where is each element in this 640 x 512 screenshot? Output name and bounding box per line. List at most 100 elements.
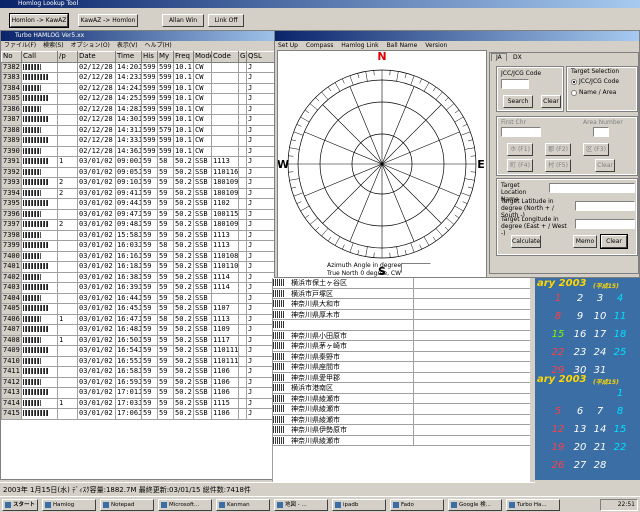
latitude-input[interactable]: [575, 201, 635, 211]
kana-f1-button[interactable]: ホ (F1): [507, 143, 533, 156]
kana-f4-button[interactable]: 町 (F4): [507, 159, 533, 172]
column-header[interactable]: My: [157, 51, 174, 63]
menu-setup[interactable]: Set Up: [278, 42, 298, 49]
taskbar-button[interactable]: Turbo Ha...: [506, 499, 560, 511]
start-button[interactable]: スタート: [2, 499, 38, 511]
column-header[interactable]: No: [1, 51, 22, 63]
taskbar-button[interactable]: Kanman: [216, 499, 270, 511]
menu-view[interactable]: 表示(V): [117, 42, 138, 49]
clear-button[interactable]: Clear: [541, 95, 561, 108]
table-row[interactable]: 7406 1 03/01/02 16:47J 59 58 50.2 SSB 1113 J: [1, 313, 289, 325]
place-name-row[interactable]: 神奈川県愛甲郡: [273, 372, 530, 383]
taskbar-button[interactable]: Fado: [390, 499, 444, 511]
place-name-row[interactable]: 神奈川県綾瀬市: [273, 435, 530, 446]
column-header[interactable]: Code: [211, 51, 239, 63]
allan-win-button[interactable]: Allan Win: [162, 14, 204, 27]
column-header[interactable]: Freq: [173, 51, 194, 63]
memo-button[interactable]: Memo: [573, 235, 597, 248]
tab-dx[interactable]: DX: [509, 54, 526, 61]
taskbar-button[interactable]: 地図 - ...: [274, 499, 328, 511]
taskbar-button[interactable]: ipadb: [332, 499, 386, 511]
table-row[interactable]: 7404 03/01/02 16:44J 59 59 50.2 SSB J: [1, 292, 289, 304]
table-row[interactable]: 7409 03/01/02 16:54J 59 59 50.2 SSB 110111 J: [1, 345, 289, 357]
place-name-row[interactable]: 神奈川県茅ヶ崎市: [273, 341, 530, 352]
kana-clear-button[interactable]: Clear: [595, 159, 615, 172]
column-header[interactable]: G: [238, 51, 247, 63]
table-row[interactable]: 7405 03/01/02 16:45J 59 59 50.2 SSB 1107 J: [1, 303, 289, 315]
table-row[interactable]: 7391 1 03/01/02 09:00J 59 58 50.2 SSB 1113 J: [1, 156, 289, 168]
place-name-row[interactable]: 神奈川県伊勢原市: [273, 425, 530, 436]
table-row[interactable]: 7385 02/12/28 14:25J 599 599 10.1 CW J: [1, 93, 289, 105]
table-row[interactable]: 7384 02/12/28 14:24J 599 599 10.1 CW J: [1, 82, 289, 94]
kana-f3-button[interactable]: 区 (F3): [583, 143, 609, 156]
table-row[interactable]: 7389 02/12/28 14:33J 599 599 10.1 CW J: [1, 135, 289, 147]
table-row[interactable]: 7401 03/01/02 16:18J 59 59 50.2 SSB 110110 J: [1, 261, 289, 273]
taskbar-button[interactable]: Hamlog: [42, 499, 96, 511]
table-row[interactable]: 7387 02/12/28 14:30J 599 599 10.1 CW J: [1, 114, 289, 126]
clear-location-button[interactable]: Clear: [600, 234, 628, 249]
place-name-row[interactable]: [273, 320, 530, 331]
place-name-row[interactable]: 神奈川県大和市: [273, 299, 530, 310]
kana-f2-button[interactable]: 郡 (F2): [545, 143, 571, 156]
table-row[interactable]: 7413 03/01/02 17:01J 59 59 50.2 SSB 1106 J: [1, 387, 289, 399]
column-header[interactable]: His: [141, 51, 158, 63]
table-row[interactable]: 7399 03/01/02 16:03J 59 58 50.2 SSB 1113 J: [1, 240, 289, 252]
column-header[interactable]: Mode: [193, 51, 212, 63]
table-row[interactable]: 7400 03/01/02 16:16J 59 59 50.2 SSB 110108 J: [1, 250, 289, 262]
table-row[interactable]: 7386 02/12/28 14:28J 599 599 10.1 CW J: [1, 103, 289, 115]
table-row[interactable]: 7398 03/01/02 15:58J 59 59 50.2 SSB 1113 J: [1, 229, 289, 241]
link-off-button[interactable]: Link Off: [208, 14, 244, 27]
table-row[interactable]: 7395 03/01/02 09:44J 59 59 50.2 SSB 1102 J: [1, 198, 289, 210]
target-location-input[interactable]: [549, 183, 635, 193]
menu-file[interactable]: ファイル(F): [4, 42, 36, 49]
table-row[interactable]: 7415 03/01/02 17:06J 59 59 50.2 SSB 1106 J: [1, 408, 289, 420]
radio-name-area[interactable]: Name / Area: [571, 89, 616, 96]
place-name-row[interactable]: 神奈川県綾瀬市: [273, 404, 530, 415]
table-row[interactable]: 7392 03/01/02 09:05J 59 59 50.2 SSB 110116 J: [1, 166, 289, 178]
table-row[interactable]: 7411 03/01/02 16:58J 59 59 50.2 SSB 1106 J: [1, 366, 289, 378]
table-row[interactable]: 7407 03/01/02 16:48J 59 59 50.2 SSB 1109 J: [1, 324, 289, 336]
table-row[interactable]: 7396 03/01/02 09:47J 59 59 50.2 SSB 100115 J: [1, 208, 289, 220]
table-row[interactable]: 7403 03/01/02 16:39J 59 59 50.2 SSB 1114 J: [1, 282, 289, 294]
taskbar-button[interactable]: Notepad: [100, 499, 154, 511]
table-row[interactable]: 7414 1 03/01/02 17:03J 59 59 50.2 SSB 1115 J: [1, 397, 289, 409]
menu-compass[interactable]: Compass: [306, 42, 333, 49]
menu-hamlog-link[interactable]: Hamlog Link: [341, 42, 378, 49]
area-number-select[interactable]: [593, 127, 609, 137]
table-row[interactable]: 7383 02/12/28 14:23J 599 599 10.1 CW J: [1, 72, 289, 84]
menu-help[interactable]: ヘルプ(H): [145, 42, 172, 49]
place-name-row[interactable]: 横浜市戸塚区: [273, 288, 530, 299]
longitude-input[interactable]: [575, 219, 635, 229]
column-header[interactable]: Date: [77, 51, 116, 63]
menu-ball-name[interactable]: Ball Name: [387, 42, 418, 49]
table-row[interactable]: 7382 02/12/28 14:20J 599 599 10.1 CW J: [1, 61, 289, 73]
place-name-row[interactable]: 神奈川県厚木市: [273, 309, 530, 320]
menu-search[interactable]: 検索(S): [43, 42, 64, 49]
table-row[interactable]: 7397 2 03/01/02 09:48J 59 59 50.2 SSB 180109 J: [1, 219, 289, 231]
column-header[interactable]: Time: [115, 51, 142, 63]
table-row[interactable]: 7412 03/01/02 16:59J 59 59 50.2 SSB 1106 J: [1, 376, 289, 388]
place-name-row[interactable]: 横浜市保土ヶ谷区: [273, 278, 530, 289]
table-row[interactable]: 7410 03/01/02 16:55J 59 59 50.2 SSB 110111 J: [1, 355, 289, 367]
table-row[interactable]: 7408 1 03/01/02 16:50J 59 59 50.2 SSB 1117 J: [1, 334, 289, 346]
place-name-row[interactable]: 神奈川県秦野市: [273, 351, 530, 362]
place-name-row[interactable]: 横浜市港南区: [273, 383, 530, 394]
taskbar-button[interactable]: Google 検...: [448, 499, 502, 511]
calculate-button[interactable]: Calculate: [511, 235, 541, 248]
place-name-row[interactable]: 神奈川県綾瀬市: [273, 414, 530, 425]
menu-version[interactable]: Version: [425, 42, 447, 49]
menu-option[interactable]: オプション(O): [70, 42, 109, 49]
place-name-row[interactable]: 神奈川県小田原市: [273, 330, 530, 341]
column-header[interactable]: /p: [57, 51, 78, 63]
table-row[interactable]: 7402 03/01/02 16:38J 59 59 50.2 SSB 1114 J: [1, 271, 289, 283]
column-header[interactable]: Call: [21, 51, 58, 63]
first-chr-input[interactable]: [501, 127, 541, 137]
table-row[interactable]: 7388 02/12/28 14:31J 599 579 10.1 CW J: [1, 124, 289, 136]
place-name-row[interactable]: 神奈川県座間市: [273, 362, 530, 373]
table-row[interactable]: 7393 2 03/01/02 09:10J 59 59 50.2 SSB 180109 J: [1, 177, 289, 189]
tab-ja[interactable]: JA: [491, 53, 507, 61]
radio-jcc-code[interactable]: JCC/JCG Code: [571, 78, 619, 85]
kawaz-to-homlon-button[interactable]: KawAZ -> Homlon: [78, 14, 138, 27]
table-row[interactable]: 7390 02/12/28 14:36J 599 599 10.1 CW J: [1, 145, 289, 157]
search-button[interactable]: Search: [503, 95, 533, 108]
